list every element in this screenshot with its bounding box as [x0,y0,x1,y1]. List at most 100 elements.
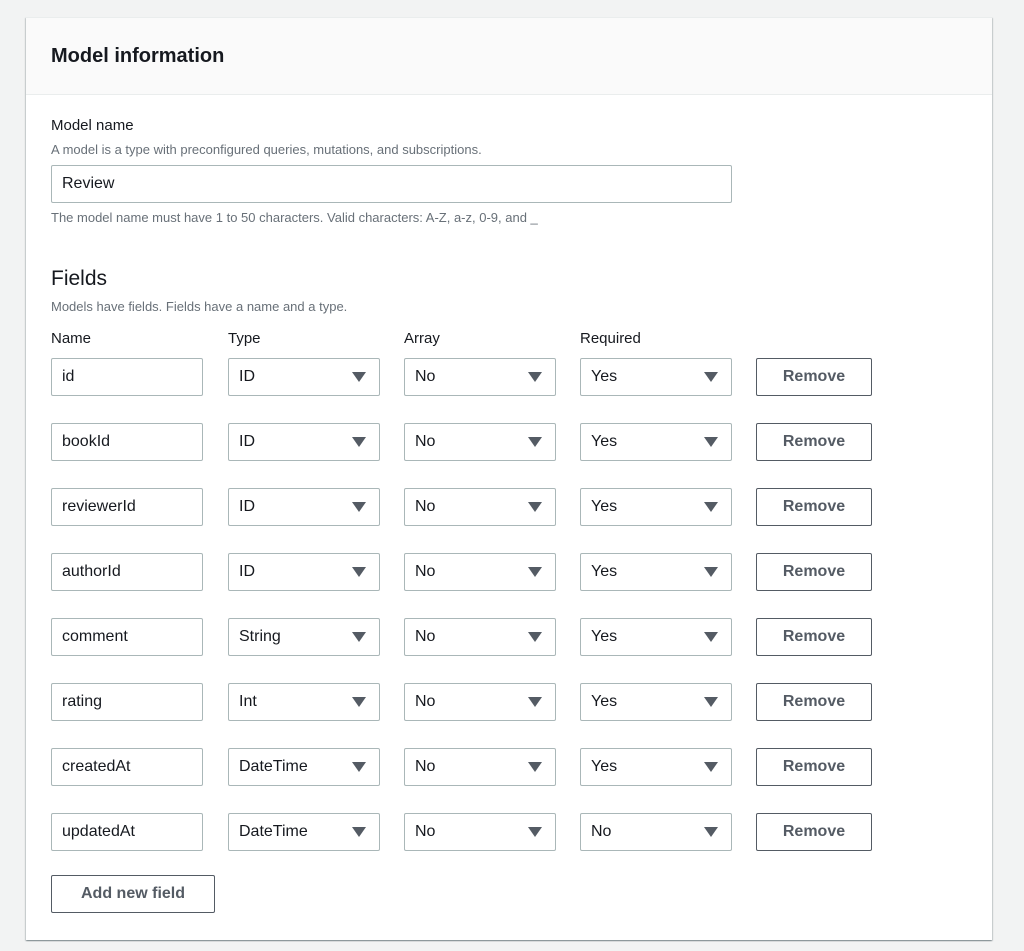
caret-down-icon [528,762,542,772]
field-name-input[interactable]: updatedAt [51,813,203,851]
model-name-label: Model name [51,117,134,134]
remove-field-button[interactable]: Remove [756,553,872,591]
caret-down-icon [528,437,542,447]
field-type-select-value: ID [239,498,255,515]
field-name-input[interactable]: comment [51,618,203,656]
field-required-select[interactable]: No [580,813,732,851]
model-information-card: Model information Model name A model is … [26,17,992,940]
column-header-required: Required [580,330,641,347]
field-type-select[interactable]: String [228,618,380,656]
model-name-description: A model is a type with preconfigured que… [51,142,482,157]
field-required-select-value: No [591,823,612,840]
caret-down-icon [704,437,718,447]
field-required-select[interactable]: Yes [580,553,732,591]
caret-down-icon [528,632,542,642]
field-type-select[interactable]: ID [228,553,380,591]
field-array-select-value: No [415,433,436,450]
remove-field-button[interactable]: Remove [756,488,872,526]
field-array-select[interactable]: No [404,553,556,591]
caret-down-icon [352,437,366,447]
field-required-select-value: Yes [591,758,618,775]
field-required-select-value: Yes [591,498,618,515]
remove-field-button[interactable]: Remove [756,813,872,851]
field-type-select[interactable]: ID [228,488,380,526]
field-array-select-value: No [415,498,436,515]
caret-down-icon [528,567,542,577]
field-type-select[interactable]: ID [228,358,380,396]
card-title: Model information [51,44,225,67]
field-type-select[interactable]: Int [228,683,380,721]
caret-down-icon [704,502,718,512]
caret-down-icon [528,502,542,512]
field-name-input[interactable]: bookId [51,423,203,461]
caret-down-icon [704,567,718,577]
field-required-select[interactable]: Yes [580,358,732,396]
model-name-constraint: The model name must have 1 to 50 charact… [51,210,538,225]
caret-down-icon [528,372,542,382]
field-type-select[interactable]: ID [228,423,380,461]
field-array-select[interactable]: No [404,813,556,851]
field-array-select[interactable]: No [404,683,556,721]
caret-down-icon [704,632,718,642]
field-array-select-value: No [415,693,436,710]
field-required-select[interactable]: Yes [580,423,732,461]
field-required-select[interactable]: Yes [580,618,732,656]
field-type-select-value: Int [239,693,257,710]
field-type-select-value: ID [239,433,255,450]
field-array-select[interactable]: No [404,618,556,656]
column-header-array: Array [404,330,440,347]
fields-title: Fields [51,267,108,290]
caret-down-icon [352,632,366,642]
caret-down-icon [352,762,366,772]
caret-down-icon [704,827,718,837]
field-required-select[interactable]: Yes [580,488,732,526]
caret-down-icon [704,372,718,382]
field-array-select-value: No [415,368,436,385]
field-required-select-value: Yes [591,693,618,710]
card-header: Model information [26,18,992,95]
remove-field-button[interactable]: Remove [756,358,872,396]
fields-description: Models have fields. Fields have a name a… [51,299,348,314]
field-array-select-value: No [415,758,436,775]
field-type-select-value: ID [239,368,255,385]
caret-down-icon [528,827,542,837]
field-type-select[interactable]: DateTime [228,813,380,851]
model-name-input[interactable]: Review [51,165,732,203]
field-name-input[interactable]: rating [51,683,203,721]
field-array-select[interactable]: No [404,423,556,461]
field-array-select[interactable]: No [404,488,556,526]
field-name-input[interactable]: reviewerId [51,488,203,526]
field-required-select-value: Yes [591,368,618,385]
column-header-name: Name [51,330,92,347]
field-array-select[interactable]: No [404,748,556,786]
caret-down-icon [352,502,366,512]
field-array-select[interactable]: No [404,358,556,396]
field-array-select-value: No [415,628,436,645]
field-required-select-value: Yes [591,563,618,580]
field-required-select[interactable]: Yes [580,683,732,721]
column-header-type: Type [228,330,261,347]
field-type-select[interactable]: DateTime [228,748,380,786]
field-name-input[interactable]: id [51,358,203,396]
field-required-select-value: Yes [591,433,618,450]
field-required-select-value: Yes [591,628,618,645]
field-type-select-value: DateTime [239,823,308,840]
caret-down-icon [352,827,366,837]
field-type-select-value: String [239,628,281,645]
caret-down-icon [704,697,718,707]
remove-field-button[interactable]: Remove [756,748,872,786]
caret-down-icon [352,567,366,577]
field-name-input[interactable]: createdAt [51,748,203,786]
field-required-select[interactable]: Yes [580,748,732,786]
field-array-select-value: No [415,823,436,840]
field-type-select-value: DateTime [239,758,308,775]
field-type-select-value: ID [239,563,255,580]
remove-field-button[interactable]: Remove [756,618,872,656]
caret-down-icon [528,697,542,707]
field-name-input[interactable]: authorId [51,553,203,591]
add-new-field-button[interactable]: Add new field [51,875,215,913]
remove-field-button[interactable]: Remove [756,683,872,721]
caret-down-icon [352,372,366,382]
remove-field-button[interactable]: Remove [756,423,872,461]
field-array-select-value: No [415,563,436,580]
